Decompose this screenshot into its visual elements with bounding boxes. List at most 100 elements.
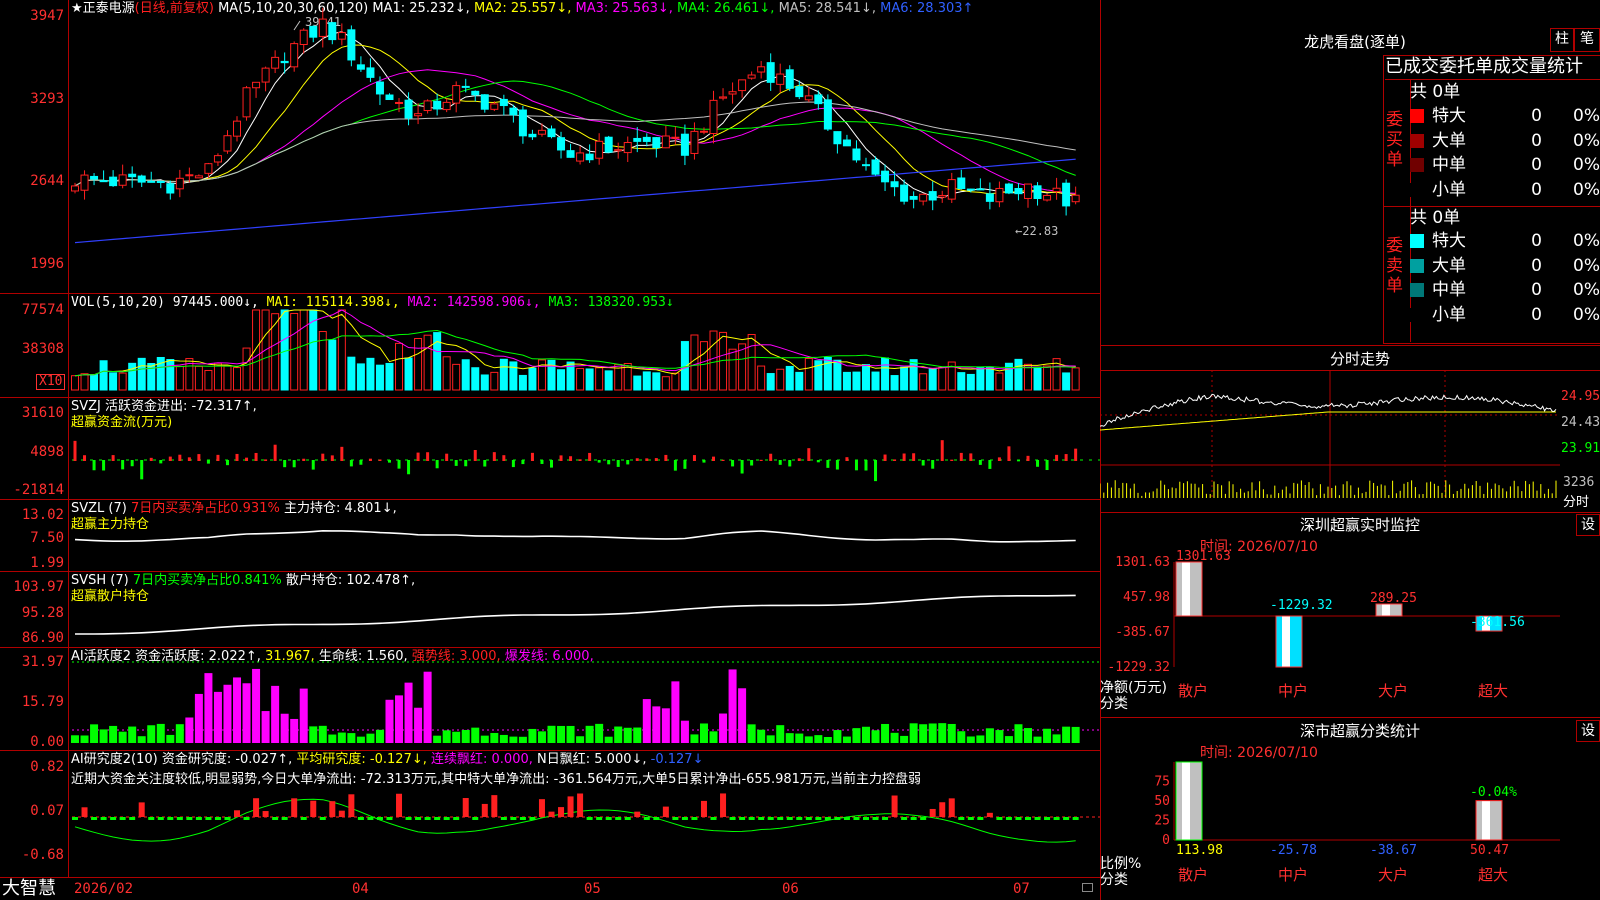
buy-order-row: 大单 0 0%: [1410, 129, 1600, 153]
bar-mode-button[interactable]: 柱: [1550, 28, 1574, 52]
candle-down: [109, 176, 118, 187]
candle-down: [280, 60, 289, 64]
flow-bar: [721, 459, 725, 461]
candle-down: [823, 99, 832, 130]
activity-bar: [757, 729, 766, 743]
candle-up: [757, 66, 766, 73]
flow-bar: [387, 460, 391, 463]
kline-panel[interactable]: 3947 3293 2644 1996 ★正泰电源(日线,前复权) MA(5,1…: [0, 0, 1100, 294]
flow-bar: [626, 460, 630, 465]
volume-bar: [147, 362, 156, 391]
activity-bar: [185, 717, 194, 743]
volume-bar: [1033, 366, 1042, 391]
tick-mode-button[interactable]: 笔: [1574, 28, 1600, 52]
research-bar: [262, 811, 269, 817]
flow-bar: [874, 460, 878, 482]
svzl-panel[interactable]: 13.02 7.50 1.99 SVZL (7) 7日内买卖净占比0.931% …: [0, 500, 1100, 572]
ai-active-panel[interactable]: 31.97 15.79 0.00 AI活跃度2 资金活跃度: 2.022↑, 3…: [0, 648, 1100, 751]
candle-up: [938, 194, 947, 198]
candle-down: [385, 94, 394, 101]
volume-panel[interactable]: 77574 38308 X10 VOL(5,10,20) 97445.000↓,…: [0, 294, 1100, 398]
buy-order-size-label: 特大: [1432, 106, 1466, 126]
sell-order-size-label: 大单: [1432, 255, 1466, 276]
research-bar: [662, 806, 669, 817]
candle-down: [356, 64, 365, 70]
activity-bar: [633, 727, 642, 743]
research-bar: [901, 817, 908, 820]
svsh-panel[interactable]: 103.97 95.28 86.90 SVSH (7) 7日内买卖净占比0.84…: [0, 572, 1100, 648]
flow-bar: [216, 454, 220, 461]
research-bar: [338, 810, 345, 817]
activity-bar: [318, 725, 327, 743]
category-bar: [1475, 800, 1503, 841]
candle-down: [90, 175, 99, 180]
activity-bar: [614, 726, 623, 743]
flow-bar: [302, 458, 306, 461]
candle-down: [137, 175, 146, 183]
data-label: 1301.63: [1176, 549, 1231, 564]
candle-down: [842, 139, 851, 147]
sell-total: 共 0单: [1410, 206, 1600, 230]
buy-order-percent: 0%: [1573, 106, 1600, 126]
bar-percent-label: -0.04%: [1470, 785, 1517, 800]
candle-down: [128, 173, 137, 178]
candlestick-chart[interactable]: [0, 0, 1100, 293]
volume-bar: [80, 373, 89, 391]
volume-bar: [1062, 372, 1071, 391]
research-bar: [786, 817, 793, 820]
activity-bar: [604, 736, 613, 743]
bar-highlight: [1482, 800, 1490, 840]
category-label: 大户: [1378, 682, 1408, 700]
volume-bar: [118, 372, 127, 391]
capital-flow-chart: [72, 440, 1100, 482]
flow-bar: [550, 460, 553, 468]
activity-bar: [128, 726, 137, 743]
intraday-avg-line: [1100, 411, 1556, 431]
activity-bar: [309, 726, 318, 743]
volume-bar: [356, 363, 365, 391]
research-bar: [224, 817, 231, 820]
intraday-price-line: [1100, 393, 1557, 427]
activity-bar: [776, 725, 785, 743]
research-bar: [672, 817, 679, 820]
activity-bar: [938, 723, 947, 743]
volume-bar: [642, 371, 651, 391]
activity-bar: [928, 723, 937, 743]
activity-bar: [109, 725, 118, 743]
activity-chart: [71, 661, 1100, 743]
volume-bar: [242, 347, 251, 391]
candle-down: [852, 148, 861, 161]
candle-down: [900, 184, 909, 202]
research-bar: [281, 817, 288, 820]
flow-bar: [273, 444, 277, 461]
activity-bar: [595, 723, 604, 743]
svzj-panel[interactable]: 31610 4898 -21814 SVZJ 活跃资金进出: -72.317↑,…: [0, 398, 1100, 500]
candle-up: [299, 29, 308, 46]
ai-research-panel[interactable]: 0.82 0.07 -0.68 AI研究度2(10) 资金研究度: -0.027…: [0, 751, 1100, 878]
candle-up: [452, 85, 461, 104]
activity-bar: [1062, 726, 1071, 743]
volume-bar: [576, 368, 585, 391]
activity-bar: [328, 734, 337, 743]
flow-bar: [578, 459, 582, 461]
activity-bar: [995, 730, 1004, 743]
stats-bar-chart: 75 50 25 0 113.98 散户 -25.78 中户 -38.67 大户 50.47 超大 -0…: [1154, 761, 1560, 884]
volume-bar: [690, 334, 699, 391]
activity-bar: [299, 688, 308, 743]
data-label: 113.98: [1176, 843, 1223, 858]
candle-up: [661, 135, 670, 149]
flow-bar: [788, 460, 792, 467]
flow-bar: [149, 457, 153, 461]
sell-order-row: 特大 0 0%: [1410, 229, 1600, 253]
research-bar: [329, 801, 336, 817]
activity-bar: [194, 693, 203, 743]
volume-bar: [804, 357, 813, 391]
activity-bar: [204, 673, 213, 743]
candle-down: [528, 133, 537, 138]
activity-bar: [652, 706, 661, 743]
activity-bar: [804, 736, 813, 743]
buy-order-count: 0: [1531, 179, 1542, 200]
research-bar: [472, 817, 479, 820]
intraday-chart[interactable]: [1100, 370, 1600, 510]
lock-icon[interactable]: [1082, 883, 1093, 892]
